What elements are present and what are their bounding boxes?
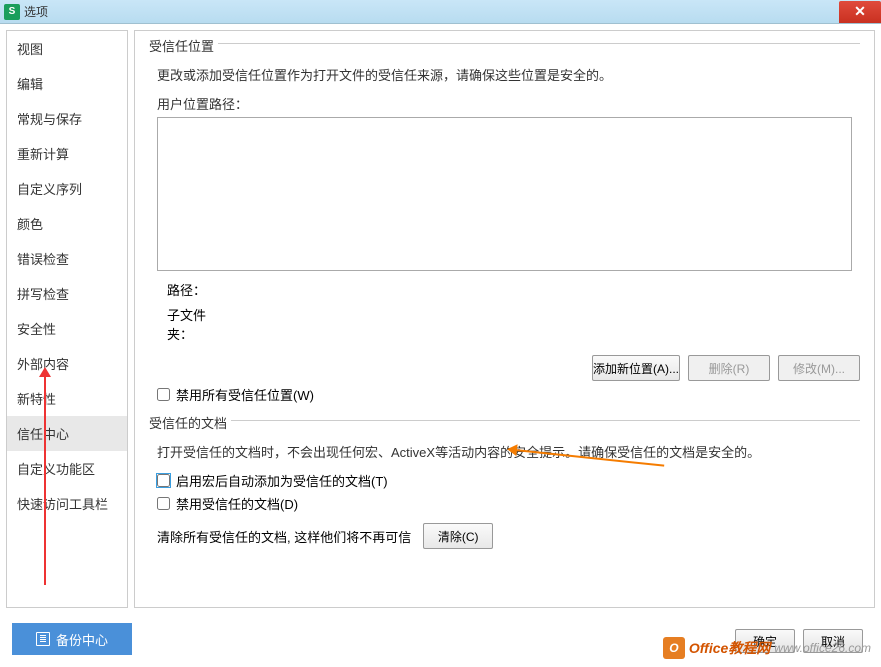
remove-location-button: 删除(R) (688, 355, 770, 381)
clear-button[interactable]: 清除(C) (423, 523, 493, 549)
user-path-textarea[interactable] (157, 117, 852, 271)
close-button[interactable]: ✕ (839, 1, 881, 23)
sidebar-item-spell-check[interactable]: 拼写检查 (7, 276, 127, 311)
content-panel: 受信任位置 更改或添加受信任位置作为打开文件的受信任来源，请确保这些位置是安全的… (134, 30, 875, 608)
watermark-brand: Office教程网 (689, 638, 770, 658)
trusted-locations-fieldset: 受信任位置 更改或添加受信任位置作为打开文件的受信任来源，请确保这些位置是安全的… (149, 43, 860, 404)
sidebar-item-custom-ribbon[interactable]: 自定义功能区 (7, 451, 127, 486)
sidebar-item-error-check[interactable]: 错误检查 (7, 241, 127, 276)
disable-all-label: 禁用所有受信任位置(W) (176, 385, 314, 404)
app-icon: S (4, 4, 20, 20)
subfolder-label: 子文件夹： (167, 305, 227, 343)
clear-row: 清除所有受信任的文档, 这样他们将不再可信 清除(C) (157, 523, 860, 549)
disable-docs-checkbox[interactable] (157, 497, 170, 510)
titlebar: S 选项 ✕ (0, 0, 881, 24)
sidebar-item-color[interactable]: 颜色 (7, 206, 127, 241)
titlebar-left: S 选项 (0, 3, 48, 20)
sidebar-item-external[interactable]: 外部内容 (7, 346, 127, 381)
sidebar-item-new-features[interactable]: 新特性 (7, 381, 127, 416)
subfolder-row: 子文件夹： (167, 305, 860, 343)
sidebar-item-recalc[interactable]: 重新计算 (7, 136, 127, 171)
path-row: 路径： (167, 280, 860, 299)
sidebar-item-quick-toolbar[interactable]: 快速访问工具栏 (7, 486, 127, 521)
sidebar-item-security[interactable]: 安全性 (7, 311, 127, 346)
backup-center-button[interactable]: 备份中心 (12, 623, 132, 655)
disable-all-row[interactable]: 禁用所有受信任位置(W) (157, 385, 860, 404)
auto-add-row[interactable]: 启用宏后自动添加为受信任的文档(T) (157, 471, 860, 490)
annotation-arrow-red (44, 375, 46, 585)
trusted-locations-buttons: 添加新位置(A)... 删除(R) 修改(M)... (149, 355, 860, 381)
disable-docs-row[interactable]: 禁用受信任的文档(D) (157, 494, 860, 513)
add-location-button[interactable]: 添加新位置(A)... (592, 355, 680, 381)
trusted-locations-desc: 更改或添加受信任位置作为打开文件的受信任来源，请确保这些位置是安全的。 (157, 65, 860, 84)
footer: 备份中心 (12, 623, 132, 655)
window-title: 选项 (24, 3, 48, 20)
backup-label: 备份中心 (56, 630, 108, 649)
main-area: 视图 编辑 常规与保存 重新计算 自定义序列 颜色 错误检查 拼写检查 安全性 … (0, 24, 881, 614)
modify-location-button: 修改(M)... (778, 355, 860, 381)
trusted-docs-legend: 受信任的文档 (149, 413, 231, 432)
watermark: O Office教程网 www.office26.com (663, 637, 871, 659)
watermark-icon: O (663, 637, 685, 659)
sidebar-item-custom-list[interactable]: 自定义序列 (7, 171, 127, 206)
sidebar-item-edit[interactable]: 编辑 (7, 66, 127, 101)
watermark-url: www.office26.com (774, 641, 871, 655)
sidebar-item-general-save[interactable]: 常规与保存 (7, 101, 127, 136)
path-label: 路径： (167, 280, 227, 299)
clear-desc: 清除所有受信任的文档, 这样他们将不再可信 (157, 527, 411, 546)
disable-docs-label: 禁用受信任的文档(D) (176, 494, 298, 513)
auto-add-label: 启用宏后自动添加为受信任的文档(T) (176, 471, 388, 490)
sidebar: 视图 编辑 常规与保存 重新计算 自定义序列 颜色 错误检查 拼写检查 安全性 … (6, 30, 128, 608)
disable-all-checkbox[interactable] (157, 388, 170, 401)
sidebar-item-trust-center[interactable]: 信任中心 (7, 416, 127, 451)
backup-icon (36, 632, 50, 646)
trusted-docs-fieldset: 受信任的文档 打开受信任的文档时，不会出现任何宏、ActiveX等活动内容的安全… (149, 420, 860, 549)
auto-add-checkbox[interactable] (157, 474, 170, 487)
trusted-locations-legend: 受信任位置 (149, 36, 218, 55)
user-path-label: 用户位置路径： (157, 94, 860, 113)
sidebar-item-view[interactable]: 视图 (7, 31, 127, 66)
